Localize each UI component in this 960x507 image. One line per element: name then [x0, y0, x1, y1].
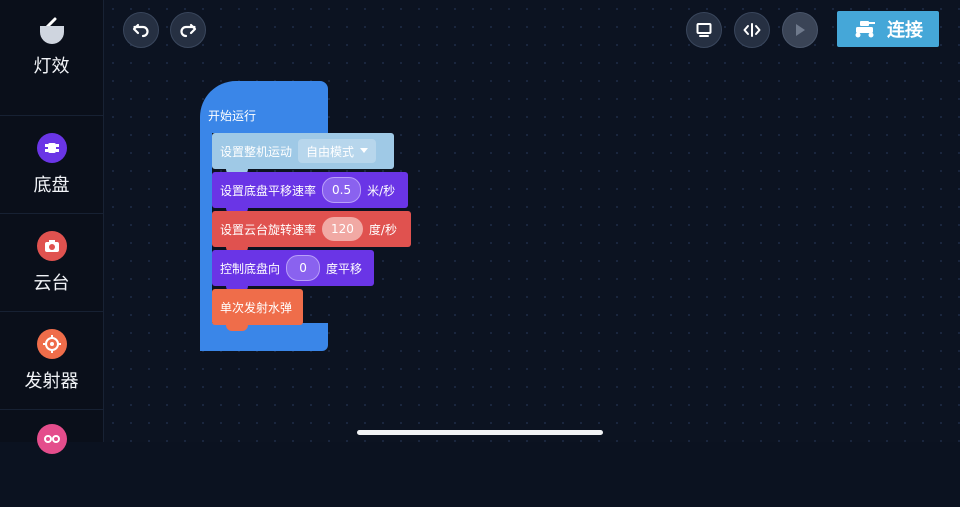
chassis-speed-input[interactable]: 0.5 [322, 177, 362, 203]
set-motion-mode-block[interactable]: 设置整机运动 自由模式 [212, 133, 394, 175]
gimbal-speed-input[interactable]: 120 [322, 217, 363, 241]
code-toggle-icon [743, 23, 761, 37]
block-label: 设置整机运动 [220, 144, 293, 159]
dropdown-value: 自由模式 [306, 144, 355, 159]
category-sidebar: 灯效 底盘 云台 发射器 [0, 0, 104, 454]
chassis-direction-block[interactable]: 控制底盘向 0 度平移 [212, 250, 374, 292]
blaster-target-icon [36, 329, 67, 359]
sensor-icon [36, 424, 67, 454]
block-label: 设置云台旋转速率 [220, 222, 317, 237]
caret-down-icon [360, 148, 369, 153]
redo-icon [180, 23, 197, 38]
sidebar-item-label: 云台 [33, 273, 70, 294]
input-value: 0 [299, 261, 307, 275]
home-indicator[interactable] [357, 430, 603, 435]
unit-label: 米/秒 [367, 183, 396, 198]
sidebar-item-label: 发射器 [24, 371, 79, 392]
sidebar-item-light-effect[interactable]: 灯效 [0, 18, 103, 115]
motion-mode-dropdown[interactable]: 自由模式 [298, 139, 377, 163]
sidebar-item-gimbal[interactable]: 云台 [0, 213, 103, 312]
sidebar-item-blaster[interactable]: 发射器 [0, 311, 103, 410]
block-label: 控制底盘向 [220, 261, 281, 276]
set-gimbal-speed-block[interactable]: 设置云台旋转速率 120 度/秒 [212, 211, 411, 253]
input-value: 120 [331, 222, 354, 236]
block-label: 单次发射水弹 [220, 300, 293, 315]
monitor-button[interactable] [686, 12, 722, 48]
monitor-icon [696, 23, 712, 37]
unit-label: 度/秒 [368, 222, 397, 237]
sidebar-item-label: 灯效 [33, 55, 70, 77]
connect-button[interactable]: 连接 [837, 11, 939, 47]
fire-once-block[interactable]: 单次发射水弹 [212, 289, 303, 331]
set-chassis-speed-block[interactable]: 设置底盘平移速率 0.5 米/秒 [212, 172, 408, 214]
start-event-label: 开始运行 [208, 109, 257, 123]
undo-button[interactable] [123, 12, 159, 48]
code-toggle-button[interactable] [734, 12, 770, 48]
unit-label: 度平移 [326, 261, 363, 276]
redo-button[interactable] [170, 12, 206, 48]
undo-icon [132, 23, 149, 38]
chassis-angle-input[interactable]: 0 [286, 255, 321, 281]
play-button[interactable] [782, 12, 818, 48]
connect-label: 连接 [887, 20, 923, 41]
input-value: 0.5 [332, 183, 352, 197]
sidebar-item-label: 底盘 [33, 175, 70, 196]
gimbal-camera-icon [36, 231, 67, 261]
light-effect-icon [39, 25, 64, 44]
sidebar-item-sensor[interactable] [0, 409, 103, 507]
chassis-icon [36, 133, 67, 163]
block-label: 设置底盘平移速率 [220, 183, 317, 198]
sidebar-item-chassis[interactable]: 底盘 [0, 115, 103, 214]
play-icon [796, 24, 805, 36]
robot-connect-icon [855, 21, 875, 38]
